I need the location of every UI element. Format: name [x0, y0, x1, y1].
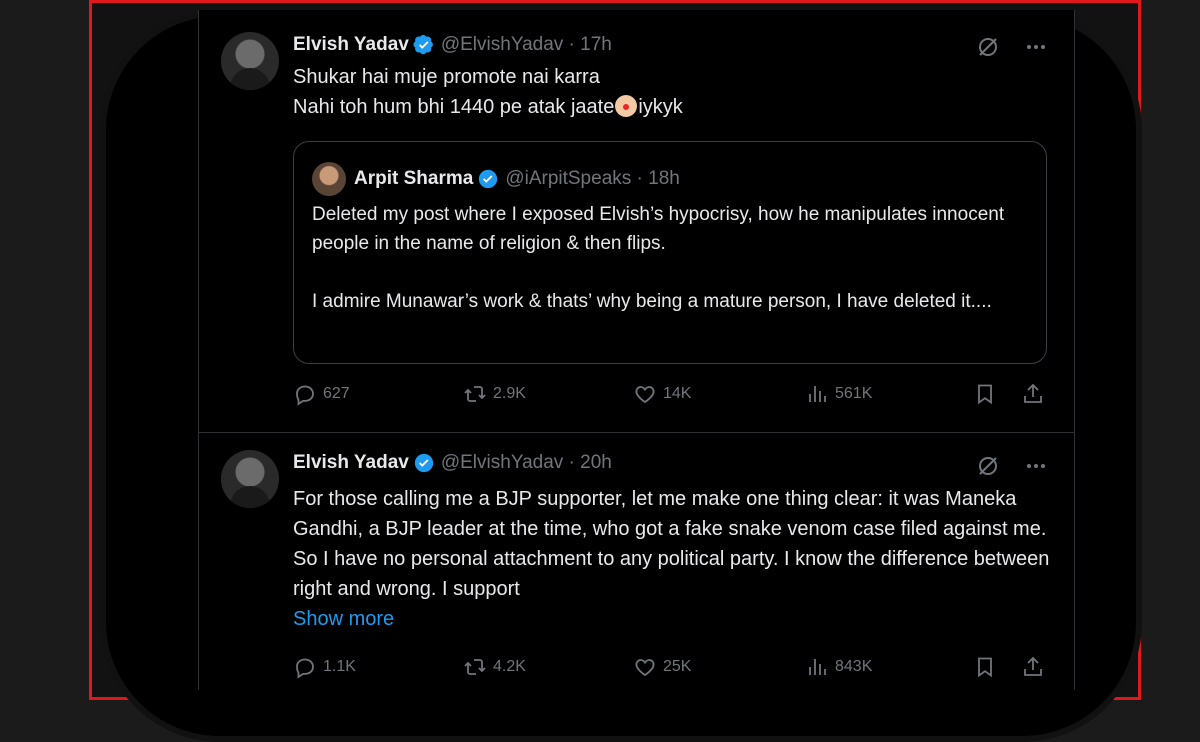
bookmark-button[interactable]: [973, 655, 997, 679]
bookmark-icon: [978, 657, 992, 678]
author-name[interactable]: Arpit Sharma: [354, 168, 473, 190]
tweet[interactable]: Elvish Yadav @ElvishYadav · 20h For thos…: [199, 433, 1074, 690]
retweet-count: 4.2K: [493, 658, 526, 675]
views-count: 561K: [835, 385, 873, 402]
tweet-header: Elvish Yadav @ElvishYadav · 17h: [293, 34, 612, 56]
clown-emoji-icon: [615, 95, 638, 117]
like-count: 14K: [663, 385, 692, 402]
like-count: 25K: [663, 658, 692, 675]
views-button[interactable]: 561K: [805, 382, 872, 406]
quoted-paragraph: I admire Munawar’s work & thats’ why bei…: [312, 291, 992, 312]
tweet-header-actions: [975, 453, 1049, 479]
quoted-tweet[interactable]: Arpit Sharma @iArpitSpeaks · 18h Deleted…: [293, 141, 1047, 364]
more-icon[interactable]: [1023, 453, 1049, 479]
views-button[interactable]: 843K: [805, 655, 872, 679]
views-count: 843K: [835, 658, 873, 675]
tweet-header: Elvish Yadav @ElvishYadav · 20h: [293, 452, 612, 474]
grok-icon[interactable]: [975, 453, 1001, 479]
reply-icon: [296, 658, 314, 679]
author-handle[interactable]: @iArpitSpeaks · 18h: [505, 168, 680, 190]
avatar[interactable]: [221, 32, 279, 90]
tweet-line: Nahi toh hum bhi 1440 pe atak jaate iykyk: [293, 95, 683, 118]
grok-icon[interactable]: [975, 34, 1001, 60]
reply-count: 627: [323, 385, 350, 402]
bookmark-button[interactable]: [973, 382, 997, 406]
author-handle[interactable]: @ElvishYadav · 17h: [441, 34, 612, 56]
tweet-header-actions: [975, 34, 1049, 60]
views-icon: [809, 659, 826, 675]
retweet-button[interactable]: 4.2K: [463, 655, 526, 679]
reply-icon: [296, 385, 314, 406]
tweet-feed: Elvish Yadav @ElvishYadav · 17h Shukar h…: [198, 10, 1075, 690]
views-icon: [809, 386, 826, 402]
reply-button[interactable]: 627: [293, 382, 350, 406]
author-name[interactable]: Elvish Yadav: [293, 34, 409, 56]
heart-icon: [635, 659, 655, 677]
reply-button[interactable]: 1.1K: [293, 655, 356, 679]
retweet-count: 2.9K: [493, 385, 526, 402]
tweet-actions: 1.1K 4.2K 25K 843K: [293, 655, 1053, 685]
share-button[interactable]: [1021, 655, 1045, 679]
tweet-text: For those calling me a BJP supporter, le…: [293, 484, 1053, 634]
quoted-tweet-text: Deleted my post where I exposed Elvish’s…: [312, 200, 1032, 345]
retweet-button[interactable]: 2.9K: [463, 382, 526, 406]
avatar[interactable]: [312, 162, 346, 196]
tweet-actions: 627 2.9K 14K 561K: [293, 382, 1053, 412]
retweet-icon: [464, 659, 486, 675]
tweet[interactable]: Elvish Yadav @ElvishYadav · 17h Shukar h…: [199, 10, 1074, 433]
verified-badge-icon: [413, 452, 435, 474]
verified-badge-icon: [477, 168, 499, 190]
tweet-text: Shukar hai muje promote nai karra Nahi t…: [293, 62, 1053, 122]
like-button[interactable]: 14K: [633, 382, 691, 406]
share-icon: [1024, 656, 1042, 676]
share-button[interactable]: [1021, 382, 1045, 406]
heart-icon: [635, 386, 655, 404]
author-name[interactable]: Elvish Yadav: [293, 452, 409, 474]
quoted-tweet-header: Arpit Sharma @iArpitSpeaks · 18h: [312, 162, 680, 196]
retweet-icon: [464, 386, 486, 402]
like-button[interactable]: 25K: [633, 655, 691, 679]
share-icon: [1024, 383, 1042, 403]
verified-badge-icon: [413, 34, 435, 56]
show-more-link[interactable]: Show more: [293, 604, 1053, 634]
more-icon[interactable]: [1023, 34, 1049, 60]
author-handle[interactable]: @ElvishYadav · 20h: [441, 452, 612, 474]
tweet-body: For those calling me a BJP supporter, le…: [293, 488, 1050, 600]
quoted-paragraph: Deleted my post where I exposed Elvish’s…: [312, 204, 1005, 254]
tweet-line: Shukar hai muje promote nai karra: [293, 66, 600, 88]
bookmark-icon: [978, 384, 992, 405]
avatar[interactable]: [221, 450, 279, 508]
reply-count: 1.1K: [323, 658, 356, 675]
